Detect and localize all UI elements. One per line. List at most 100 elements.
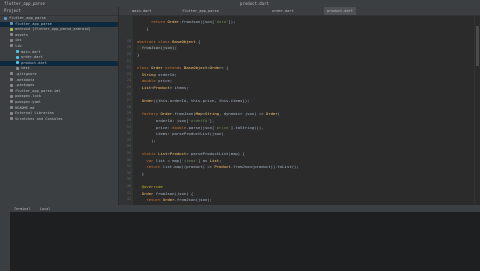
tree-item-label: lib (15, 43, 22, 48)
tree-item-label: ios (15, 38, 22, 43)
line-number: 19 (126, 45, 131, 50)
code-line[interactable]: class Order extends BaseObject<Order> { (137, 65, 228, 70)
code-line[interactable]: items: parseProductList(json) (137, 131, 224, 136)
code-line[interactable]: fromJson(json); (137, 45, 177, 51)
file-icon (10, 111, 13, 115)
line-number: 27 (126, 98, 131, 103)
line-number: 25 (126, 85, 131, 89)
file-icon (10, 106, 13, 109)
line-number: 39 (126, 177, 131, 182)
project-tree: flutter_app_parse flutter_app_parse androi… (0, 16, 118, 122)
tree-item-label: pubspec.lock (15, 94, 41, 99)
code-line[interactable]: static List<Product> parseProductList(ma… (137, 151, 245, 156)
code-line[interactable]: } (137, 52, 139, 57)
file-icon (10, 78, 13, 82)
tree-item-label: flutter_app_parse (15, 21, 52, 26)
editor-tab[interactable]: product.dart (324, 7, 356, 15)
tree-item-label: flutter_app_parse (9, 16, 46, 20)
terminal-body[interactable] (0, 212, 480, 271)
editor-tab[interactable]: main.dart (129, 7, 154, 15)
tree-item-label: .gitignore (15, 71, 37, 76)
window-file-title: product.dart (240, 1, 269, 6)
line-number: 35 (126, 151, 131, 155)
line-number: 38 (126, 170, 131, 175)
file-icon (16, 66, 19, 70)
file-icon (10, 22, 13, 26)
editor-scrollbar[interactable] (474, 16, 480, 205)
line-number: 29 (126, 111, 131, 116)
editor-tab[interactable]: flutter_app_parse (179, 7, 222, 15)
code-line[interactable]: return Order.fromJson(json); (137, 197, 212, 202)
code-line[interactable]: @override (137, 184, 163, 189)
line-number: 40 (126, 184, 131, 188)
scrollbar-thumb[interactable] (476, 26, 479, 66)
code-line[interactable]: Order({this.orderId, this.price, this.it… (137, 98, 250, 103)
file-icon (10, 94, 13, 98)
file-icon (10, 38, 13, 42)
tree-item-label: main.dart (21, 49, 41, 54)
line-number: 37 (126, 164, 131, 169)
terminal-panel: Terminal Local (0, 205, 480, 271)
file-icon (4, 16, 7, 20)
file-icon (10, 72, 13, 76)
project-header[interactable]: Project (0, 7, 118, 16)
code-line[interactable]: orderId: json['orderId'], (137, 118, 215, 123)
code-line[interactable]: return Order.fromJson(json['data']); (137, 19, 235, 24)
line-number: 30 (126, 118, 131, 122)
line-number: 32 (126, 131, 131, 136)
file-icon (16, 61, 19, 65)
line-number: 18 (126, 38, 131, 43)
tree-item-label: .packages (15, 83, 35, 88)
line-number: 26 (126, 91, 131, 96)
code-line[interactable]: abstract class BaseObject { (137, 39, 200, 44)
tree-item-label: assets (15, 32, 28, 37)
file-icon (10, 33, 13, 37)
line-number: 23 (126, 71, 131, 76)
code-line[interactable]: ); (137, 138, 156, 143)
line-number: 36 (126, 157, 131, 162)
code-line[interactable]: var list = map['items'] as List; (137, 158, 221, 163)
code-editor[interactable]: main.dart flutter_app_parse order.dart prod… (119, 7, 480, 205)
code-line[interactable]: } (137, 171, 144, 176)
tree-item-label: product.dart (21, 60, 47, 65)
code-line[interactable]: factory Order.fromJson(Map<String, dynam… (137, 111, 280, 116)
project-panel: Project flutter_app_parse flutter_app_par… (0, 7, 119, 205)
line-number: 21 (126, 58, 131, 63)
file-icon (16, 50, 19, 54)
code-line[interactable]: double price; (137, 78, 172, 83)
code-line[interactable]: return list.map((product) => Product.fro… (137, 164, 298, 169)
file-icon (10, 83, 13, 87)
editor-tab[interactable]: order.dart (269, 7, 297, 15)
file-icon (10, 100, 13, 104)
tree-item-label: External Libraries (15, 111, 54, 116)
line-number: 24 (126, 78, 131, 83)
line-number: 20 (126, 52, 131, 56)
file-icon (10, 27, 13, 31)
tree-item-label: pubspec.yaml (15, 99, 41, 104)
line-number: 34 (126, 144, 131, 149)
tree-item-label: README.md (15, 105, 35, 110)
file-icon (10, 89, 13, 93)
line-number: 33 (126, 137, 131, 142)
tree-item-label: flutter_app_parse.iml (15, 88, 61, 93)
terminal-toolbar (0, 212, 10, 271)
file-icon (10, 117, 13, 121)
line-number: 28 (126, 104, 131, 109)
tree-item-label: test (21, 66, 30, 71)
file-icon (16, 55, 19, 59)
line-number: 22 (126, 65, 131, 70)
title-bar: flutter_app_parse product.dart (0, 0, 480, 7)
tree-item[interactable]: Scratches and Consoles (0, 117, 118, 123)
editor-tabs: main.dart flutter_app_parse order.dart prod… (119, 7, 480, 16)
tree-item-label: Scratches and Consoles (15, 116, 63, 121)
code-line[interactable]: price: double.parse(json['price'].toStri… (137, 125, 264, 130)
code-line[interactable]: String orderId; (137, 72, 177, 77)
line-number: 41 (126, 190, 131, 195)
code-line[interactable]: List<Product> items; (137, 85, 189, 90)
code-line[interactable]: Order fromJson(json) { (137, 191, 194, 196)
window-title: flutter_app_parse (4, 1, 45, 6)
line-number: 42 (126, 197, 131, 202)
code-line[interactable]: } (137, 26, 148, 31)
line-number: 31 (126, 124, 131, 129)
tree-item-label: .metadata (15, 77, 35, 82)
